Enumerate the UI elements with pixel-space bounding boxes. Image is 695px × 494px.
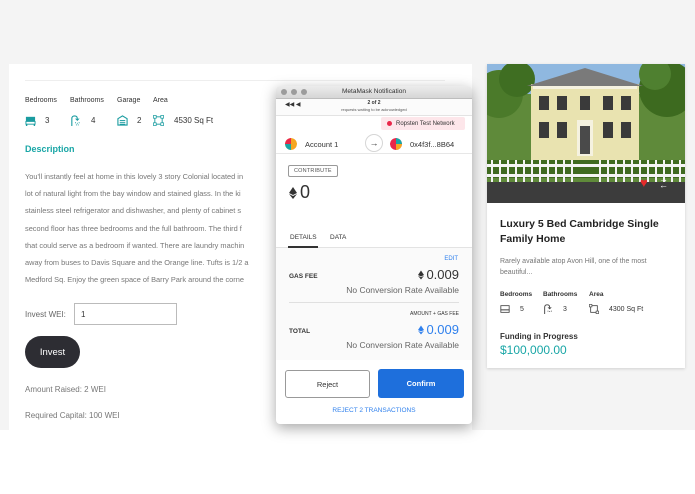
ether-icon	[418, 325, 425, 334]
description-line: that could serve as a bedroom if wanted.…	[25, 240, 245, 250]
confirm-button[interactable]: Confirm	[378, 369, 464, 398]
ether-icon	[289, 186, 297, 199]
funding-amount: $100,000.00	[500, 343, 567, 357]
invest-amount-input[interactable]	[74, 303, 177, 325]
description-line: lot of natural light from the bay window…	[25, 189, 241, 199]
shower-icon	[544, 304, 552, 314]
invest-button[interactable]: Invest	[25, 336, 80, 368]
area-value: 4530 Sq Ft	[174, 115, 214, 125]
tab-bar: DETAILS DATA	[276, 232, 472, 248]
description-line: You'll instantly feel at home in this lo…	[25, 172, 244, 181]
edit-gas-link[interactable]: EDIT	[444, 256, 458, 262]
bedrooms-spec: 3	[25, 113, 49, 127]
total-conversion: No Conversion Rate Available	[346, 340, 459, 350]
gas-fee-label: GAS FEE	[289, 273, 318, 280]
description-line: Medford Sq. Enjoy the green space of Bar…	[25, 275, 244, 285]
house-photo[interactable]: ♥ → ←	[487, 64, 685, 203]
recipient-address: 0x4f3f...8B64	[410, 140, 455, 149]
swap-arrows-icon[interactable]: → ←	[659, 175, 668, 190]
divider	[289, 302, 459, 303]
divider	[25, 80, 445, 81]
area-spec: 4530 Sq Ft	[153, 113, 213, 127]
transaction-counter-subtext: requests waiting to be acknowledged	[341, 107, 407, 112]
shower-icon	[71, 114, 80, 126]
card-title[interactable]: Luxury 5 Bed Cambridge Single Family Hom…	[500, 217, 675, 247]
from-account-name: Account 1	[305, 140, 339, 149]
house-image	[487, 64, 685, 203]
metamask-notification-window: MetaMask Notification ◀◀ ◀ 2 of 2 reques…	[276, 86, 472, 424]
description-line: away from buses to Davis Square and the …	[25, 257, 249, 267]
gas-fee-value: 0.009	[418, 267, 459, 282]
network-name: Ropsten Test Network	[396, 120, 455, 127]
card-bedrooms-value: 5	[520, 305, 524, 313]
card-area-value: 4300 Sq Ft	[609, 305, 644, 313]
tab-data[interactable]: DATA	[330, 234, 346, 241]
garage-value: 2	[137, 115, 142, 125]
invest-label: Invest WEI:	[25, 310, 66, 319]
reject-button[interactable]: Reject	[285, 370, 370, 398]
heart-icon[interactable]: ♥	[640, 175, 648, 190]
card-bedrooms-label: Bedrooms	[500, 291, 533, 298]
ether-icon	[418, 270, 425, 279]
transaction-navigator: ◀◀ ◀ 2 of 2 requests waiting to be ackno…	[276, 99, 472, 116]
network-status-icon	[387, 121, 392, 126]
network-indicator[interactable]: Ropsten Test Network	[381, 117, 465, 130]
bed-icon	[25, 116, 36, 126]
bathrooms-spec: 4	[70, 113, 95, 127]
bathrooms-label: Bathrooms	[70, 97, 104, 104]
details-panel: EDIT GAS FEE 0.009 No Conversion Rate Av…	[276, 248, 472, 360]
garage-label: Garage	[117, 97, 141, 104]
transaction-counter: 2 of 2	[367, 100, 381, 106]
description-line: second floor has three bedrooms and the …	[25, 223, 242, 233]
sender-recipient-row: Account 1 → 0x4f3f...8B64	[276, 134, 472, 154]
garage-icon	[117, 114, 128, 126]
description-text: You'll instantly feel at home in this lo…	[25, 168, 285, 288]
transaction-amount: 0	[289, 182, 310, 203]
area-icon	[153, 114, 164, 126]
funding-status-label: Funding in Progress	[500, 332, 578, 341]
window-titlebar: MetaMask Notification	[276, 86, 472, 99]
arrow-right-icon: →	[365, 134, 383, 152]
amount-plus-gas-label: AMOUNT + GAS FEE	[410, 311, 459, 317]
bedrooms-label: Bedrooms	[25, 97, 57, 104]
contract-method-badge: CONTRIBUTE	[288, 165, 338, 177]
card-subtitle: Rarely available atop Avon Hill, one of …	[500, 258, 647, 276]
area-label: Area	[153, 97, 168, 104]
bed-icon	[500, 305, 510, 313]
area-icon	[589, 304, 599, 314]
card-bedrooms-spec: 5	[500, 304, 524, 314]
amount-raised: Amount Raised: 2 WEI	[25, 385, 106, 394]
card-area-label: Area	[589, 291, 604, 298]
total-value: 0.009	[418, 322, 459, 337]
total-amount: 0.009	[426, 322, 459, 337]
gas-fee-conversion: No Conversion Rate Available	[346, 285, 459, 295]
card-bathrooms-spec: 3	[543, 304, 567, 314]
card-area-spec: 4300 Sq Ft	[589, 304, 643, 314]
reject-all-transactions-link[interactable]: REJECT 2 TRANSACTIONS	[276, 407, 472, 414]
total-label: TOTAL	[289, 328, 311, 335]
required-capital: Required Capital: 100 WEI	[25, 411, 120, 420]
account-avatar-icon	[285, 138, 297, 150]
listing-card[interactable]: ♥ → ← Luxury 5 Bed Cambridge Single Famil…	[487, 64, 685, 368]
gas-fee-amount: 0.009	[426, 267, 459, 282]
card-bathrooms-value: 3	[563, 305, 567, 313]
card-bathrooms-label: Bathrooms	[543, 291, 578, 298]
amount-value: 0	[300, 182, 311, 202]
description-title: Description	[25, 144, 75, 154]
description-line: stainless steel refrigerator and dishwas…	[25, 206, 242, 216]
garage-spec: 2	[117, 113, 141, 127]
recipient-avatar-icon	[390, 138, 402, 150]
bedrooms-value: 3	[45, 115, 50, 125]
tab-details[interactable]: DETAILS	[290, 234, 317, 241]
window-title: MetaMask Notification	[342, 88, 406, 95]
bathrooms-value: 4	[91, 115, 96, 125]
